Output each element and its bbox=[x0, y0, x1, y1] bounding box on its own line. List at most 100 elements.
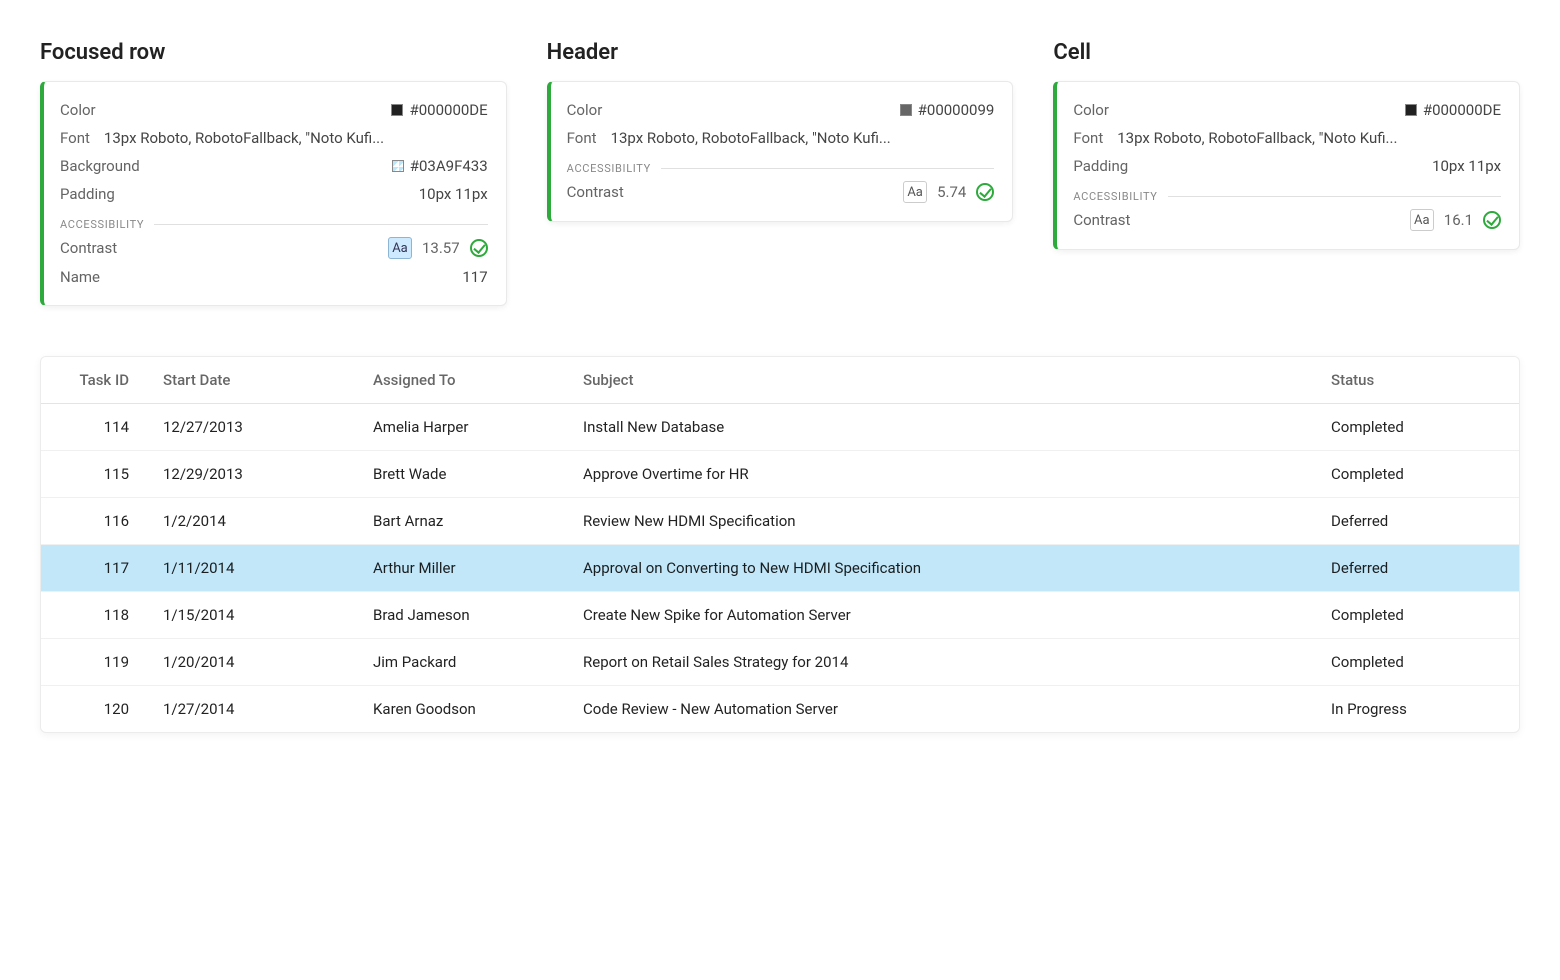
cell-assigned_to[interactable]: Brett Wade bbox=[361, 451, 571, 498]
color-label: Color bbox=[1073, 101, 1109, 119]
style-card: Color#000000DEFont13px Roboto, RobotoFal… bbox=[1053, 81, 1520, 250]
style-card: Color #00000099 Font 13px Roboto, RobotoFal… bbox=[547, 81, 1014, 222]
accessibility-heading: ACCESSIBILITY bbox=[60, 218, 144, 231]
padding-value: 10px 11px bbox=[1432, 157, 1501, 175]
font-value: 13px Roboto, RobotoFallback, "Noto Kufi.… bbox=[104, 129, 488, 147]
cell-start_date[interactable]: 1/2/2014 bbox=[151, 498, 361, 545]
color-value: #000000DE bbox=[1423, 101, 1501, 119]
column-header-status[interactable]: Status bbox=[1319, 357, 1519, 404]
cell-status[interactable]: Completed bbox=[1319, 404, 1519, 451]
card-title: Focused row bbox=[40, 40, 507, 65]
cell-status[interactable]: Deferred bbox=[1319, 545, 1519, 592]
cell-start_date[interactable]: 1/27/2014 bbox=[151, 686, 361, 733]
style-cards-row: Focused row Color #000000DE Font 13px Roboto… bbox=[40, 40, 1520, 306]
font-label: Font bbox=[60, 129, 90, 147]
color-value-wrap: #000000DE bbox=[106, 101, 488, 119]
cell-subject[interactable]: Report on Retail Sales Strategy for 2014 bbox=[571, 639, 1319, 686]
cell-assigned_to[interactable]: Amelia Harper bbox=[361, 404, 571, 451]
table-row[interactable]: 1161/2/2014Bart ArnazReview New HDMI Spe… bbox=[41, 498, 1519, 545]
color-value-wrap: #00000099 bbox=[612, 101, 994, 119]
color-label: Color bbox=[567, 101, 603, 119]
tasks-table-body: 11412/27/2013Amelia HarperInstall New Da… bbox=[41, 404, 1519, 733]
check-circle-icon bbox=[470, 239, 488, 257]
contrast-label: Contrast bbox=[60, 239, 117, 257]
name-label: Name bbox=[60, 268, 100, 286]
tasks-table[interactable]: Task IDStart DateAssigned ToSubjectStatu… bbox=[41, 357, 1519, 732]
cell-status[interactable]: Deferred bbox=[1319, 498, 1519, 545]
accessibility-heading: ACCESSIBILITY bbox=[567, 162, 651, 175]
cell-assigned_to[interactable]: Brad Jameson bbox=[361, 592, 571, 639]
style-card: Color #000000DE Font 13px Roboto, RobotoFal… bbox=[40, 81, 507, 306]
check-circle-icon bbox=[1483, 211, 1501, 229]
background-value-wrap: #03A9F433 bbox=[150, 157, 488, 175]
cell-start_date[interactable]: 12/27/2013 bbox=[151, 404, 361, 451]
column-header-start_date[interactable]: Start Date bbox=[151, 357, 361, 404]
tasks-table-head: Task IDStart DateAssigned ToSubjectStatu… bbox=[41, 357, 1519, 404]
column-header-task_id[interactable]: Task ID bbox=[41, 357, 151, 404]
cell-subject[interactable]: Create New Spike for Automation Server bbox=[571, 592, 1319, 639]
cell-subject[interactable]: Approval on Converting to New HDMI Speci… bbox=[571, 545, 1319, 592]
cell-task_id[interactable]: 116 bbox=[41, 498, 151, 545]
cell-task_id[interactable]: 115 bbox=[41, 451, 151, 498]
cell-subject[interactable]: Approve Overtime for HR bbox=[571, 451, 1319, 498]
cell-assigned_to[interactable]: Arthur Miller bbox=[361, 545, 571, 592]
color-label: Color bbox=[60, 101, 96, 119]
padding-value-wrap: 10px 11px bbox=[125, 185, 488, 203]
aa-sample-badge: Aa bbox=[1410, 209, 1434, 231]
cell-assigned_to[interactable]: Bart Arnaz bbox=[361, 498, 571, 545]
color-swatch-icon bbox=[1405, 104, 1417, 116]
padding-label: Padding bbox=[1073, 157, 1128, 175]
cell-start_date[interactable]: 12/29/2013 bbox=[151, 451, 361, 498]
cell-assigned_to[interactable]: Jim Packard bbox=[361, 639, 571, 686]
color-swatch-icon bbox=[392, 160, 404, 172]
column-header-assigned_to[interactable]: Assigned To bbox=[361, 357, 571, 404]
cell-start_date[interactable]: 1/11/2014 bbox=[151, 545, 361, 592]
color-swatch-icon bbox=[391, 104, 403, 116]
background-label: Background bbox=[60, 157, 140, 175]
aa-sample-badge: Aa bbox=[388, 237, 412, 259]
cell-subject[interactable]: Review New HDMI Specification bbox=[571, 498, 1319, 545]
cell-assigned_to[interactable]: Karen Goodson bbox=[361, 686, 571, 733]
background-value: #03A9F433 bbox=[410, 157, 488, 175]
cell-subject[interactable]: Code Review - New Automation Server bbox=[571, 686, 1319, 733]
padding-label: Padding bbox=[60, 185, 115, 203]
padding-value: 10px 11px bbox=[419, 185, 488, 203]
cell-task_id[interactable]: 117 bbox=[41, 545, 151, 592]
font-label: Font bbox=[567, 129, 597, 147]
cell-status[interactable]: In Progress bbox=[1319, 686, 1519, 733]
contrast-value: 13.57 bbox=[422, 239, 460, 257]
aa-sample-badge: Aa bbox=[903, 181, 927, 203]
cell-start_date[interactable]: 1/20/2014 bbox=[151, 639, 361, 686]
accessibility-heading: ACCESSIBILITY bbox=[1073, 190, 1157, 203]
cell-task_id[interactable]: 114 bbox=[41, 404, 151, 451]
table-row[interactable]: 11412/27/2013Amelia HarperInstall New Da… bbox=[41, 404, 1519, 451]
card-title: Header bbox=[547, 40, 1014, 65]
contrast-label: Contrast bbox=[567, 183, 624, 201]
table-row[interactable]: 1191/20/2014Jim PackardReport on Retail … bbox=[41, 639, 1519, 686]
cell-status[interactable]: Completed bbox=[1319, 639, 1519, 686]
table-row[interactable]: 1201/27/2014Karen GoodsonCode Review - N… bbox=[41, 686, 1519, 733]
data-grid-container: Task IDStart DateAssigned ToSubjectStatu… bbox=[40, 356, 1520, 733]
table-row[interactable]: 1171/11/2014Arthur MillerApproval on Con… bbox=[41, 545, 1519, 592]
table-row[interactable]: 1181/15/2014Brad JamesonCreate New Spike… bbox=[41, 592, 1519, 639]
color-value-wrap: #000000DE bbox=[1119, 101, 1501, 119]
font-value: 13px Roboto, RobotoFallback, "Noto Kufi.… bbox=[611, 129, 995, 147]
column-header-subject[interactable]: Subject bbox=[571, 357, 1319, 404]
cell-subject[interactable]: Install New Database bbox=[571, 404, 1319, 451]
color-value: #00000099 bbox=[918, 101, 995, 119]
color-swatch-icon bbox=[900, 104, 912, 116]
table-row[interactable]: 11512/29/2013Brett WadeApprove Overtime … bbox=[41, 451, 1519, 498]
cell-task_id[interactable]: 120 bbox=[41, 686, 151, 733]
name-value: 117 bbox=[110, 268, 488, 286]
cell-start_date[interactable]: 1/15/2014 bbox=[151, 592, 361, 639]
check-circle-icon bbox=[976, 183, 994, 201]
padding-value-wrap: 10px 11px bbox=[1138, 157, 1501, 175]
color-value: #000000DE bbox=[409, 101, 487, 119]
font-label: Font bbox=[1073, 129, 1103, 147]
cell-status[interactable]: Completed bbox=[1319, 592, 1519, 639]
cell-status[interactable]: Completed bbox=[1319, 451, 1519, 498]
contrast-value: 16.1 bbox=[1444, 211, 1473, 229]
cell-task_id[interactable]: 119 bbox=[41, 639, 151, 686]
contrast-value: 5.74 bbox=[937, 183, 966, 201]
cell-task_id[interactable]: 118 bbox=[41, 592, 151, 639]
